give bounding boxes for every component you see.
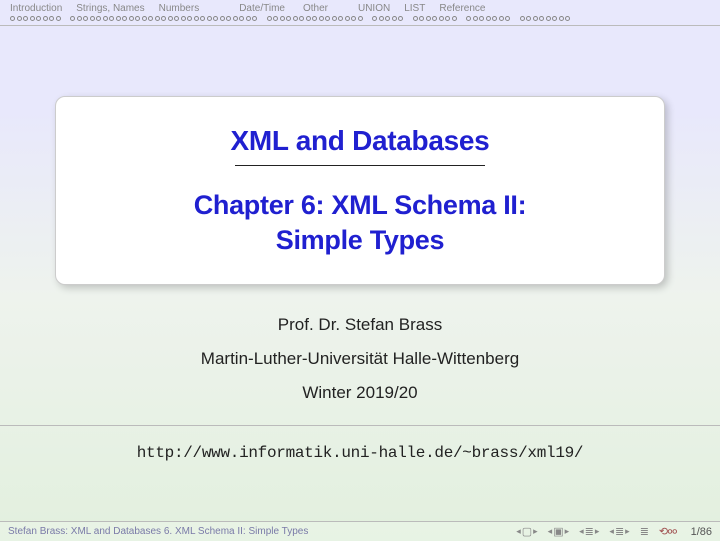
title-divider <box>235 165 485 166</box>
nav-frame-icon[interactable]: ◂▣▸ <box>548 525 569 538</box>
nav-numbers[interactable]: Numbers <box>159 3 200 14</box>
title-card: XML and Databases Chapter 6: XML Schema … <box>55 96 665 285</box>
nav-strings[interactable]: Strings, Names <box>76 3 144 14</box>
progress-dots <box>0 14 720 26</box>
chapter-title-line1: Chapter 6: XML Schema II: <box>76 188 644 223</box>
author-name: Prof. Dr. Stefan Brass <box>0 315 720 335</box>
nav-datetime[interactable]: Date/Time <box>239 3 285 14</box>
page-number: 1/86 <box>691 526 712 538</box>
slide-body: Prof. Dr. Stefan Brass Martin-Luther-Uni… <box>0 315 720 462</box>
nav-list[interactable]: LIST <box>404 3 425 14</box>
beamer-nav-icons: ◂▢▸ ◂▣▸ ◂≣▸ ◂≣▸ ≣ ⟲०० <box>516 524 676 539</box>
nav-back-icon[interactable]: ⟲०० <box>659 524 677 539</box>
term: Winter 2019/20 <box>0 383 720 403</box>
nav-presentation-icon[interactable]: ≣ <box>640 525 649 538</box>
chapter-title-line2: Simple Types <box>76 223 644 258</box>
slide-footer: Stefan Brass: XML and Databases 6. XML S… <box>0 521 720 541</box>
section-nav: Introduction Strings, Names Numbers Date… <box>0 0 720 14</box>
nav-slide-icon[interactable]: ◂▢▸ <box>516 525 537 538</box>
affiliation: Martin-Luther-Universität Halle-Wittenbe… <box>0 349 720 369</box>
course-url[interactable]: http://www.informatik.uni-halle.de/~bras… <box>0 425 720 462</box>
nav-other[interactable]: Other <box>303 3 328 14</box>
footer-credit: Stefan Brass: XML and Databases 6. XML S… <box>8 526 516 537</box>
nav-reference[interactable]: Reference <box>439 3 485 14</box>
nav-union[interactable]: UNION <box>358 3 390 14</box>
nav-section-icon[interactable]: ◂≣▸ <box>609 525 629 538</box>
nav-intro[interactable]: Introduction <box>10 3 62 14</box>
course-title: XML and Databases <box>76 125 644 157</box>
nav-subsection-icon[interactable]: ◂≣▸ <box>579 525 599 538</box>
